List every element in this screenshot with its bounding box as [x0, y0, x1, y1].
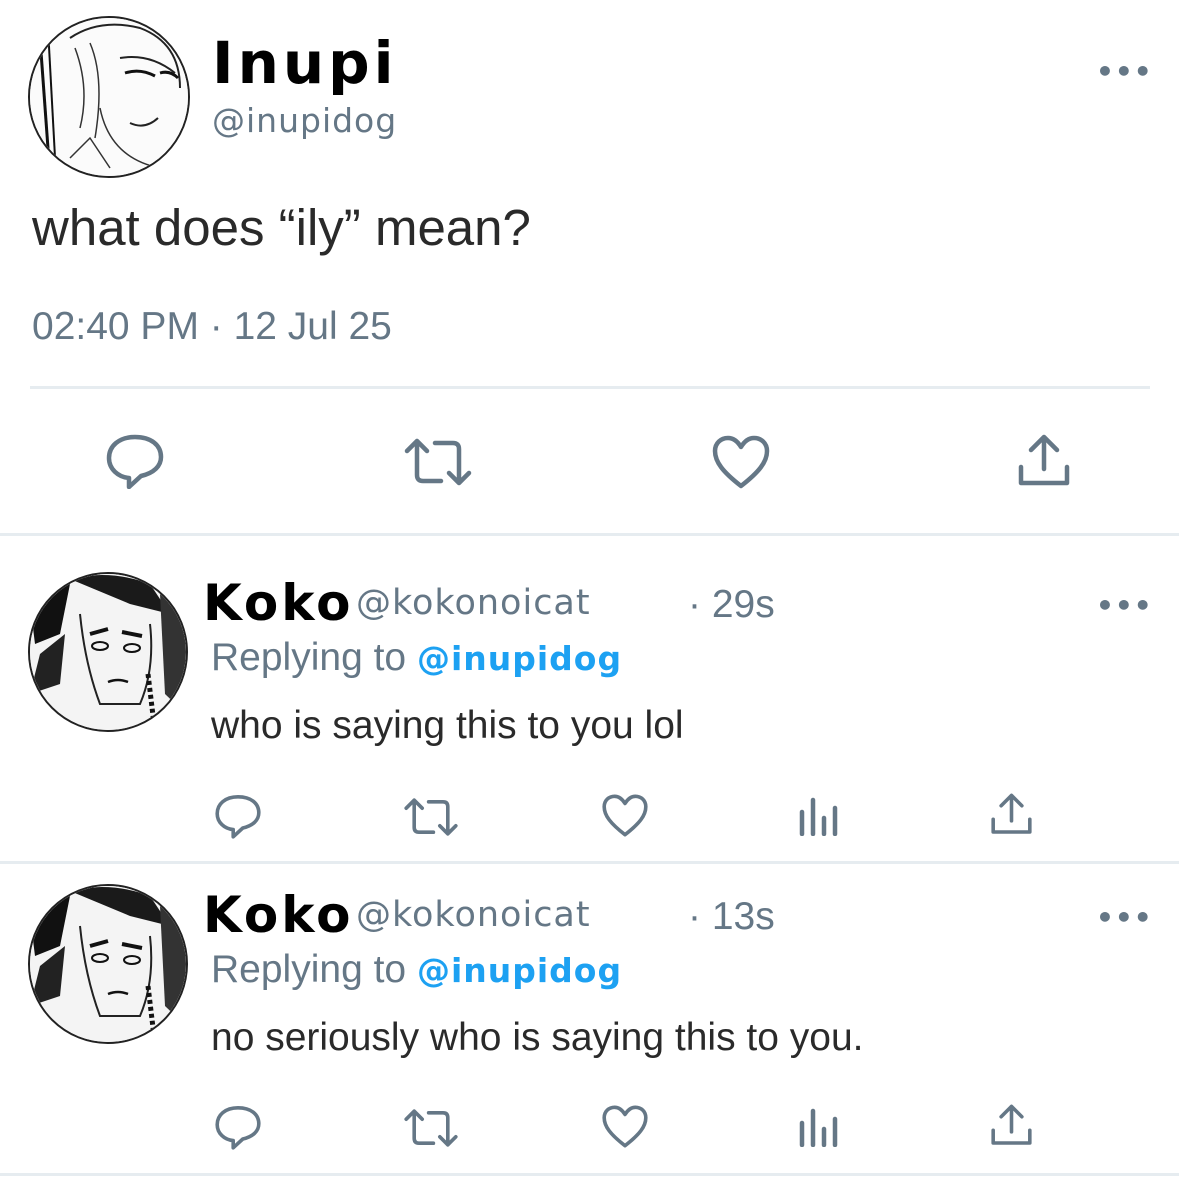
replying-to-label: Replying to: [211, 948, 417, 991]
reply-time[interactable]: · 13s: [688, 897, 775, 936]
like-icon[interactable]: [601, 793, 649, 838]
user-handle[interactable]: @inupidog: [212, 104, 397, 137]
tweet-timestamp[interactable]: 02:40 PM · 12 Jul 25: [32, 305, 392, 349]
replying-to: Replying to @inupidog: [211, 638, 622, 677]
reply-icon[interactable]: [214, 1104, 262, 1150]
replying-to-link[interactable]: @inupidog: [417, 639, 622, 678]
retweet-icon[interactable]: [403, 797, 459, 837]
display-name[interactable]: Koko: [203, 886, 353, 944]
display-name[interactable]: Koko: [203, 574, 353, 632]
reply-header: Koko: [203, 890, 353, 940]
retweet-icon[interactable]: [403, 437, 473, 487]
divider: [0, 533, 1179, 536]
avatar-koko[interactable]: [28, 572, 188, 732]
divider: [30, 386, 1150, 389]
replying-to-label: Replying to: [211, 636, 417, 679]
reply-time[interactable]: · 29s: [688, 585, 775, 624]
share-icon[interactable]: [1017, 433, 1071, 489]
divider: [0, 1173, 1179, 1176]
analytics-icon[interactable]: [798, 796, 838, 836]
user-handle[interactable]: @kokonoicat: [356, 898, 591, 933]
reply-text: no seriously who is saying this to you.: [211, 1016, 864, 1059]
retweet-icon[interactable]: [403, 1108, 459, 1148]
divider: [0, 861, 1179, 864]
share-icon[interactable]: [990, 1103, 1033, 1148]
display-name[interactable]: Inupi: [212, 34, 398, 92]
reply-text: who is saying this to you lol: [211, 704, 684, 747]
avatar-koko[interactable]: [28, 884, 188, 1044]
replying-to-link[interactable]: @inupidog: [417, 951, 622, 990]
avatar-inupi[interactable]: [28, 16, 190, 178]
reply-icon[interactable]: [105, 433, 165, 489]
more-options-icon[interactable]: •••: [1096, 904, 1153, 932]
like-icon[interactable]: [601, 1104, 649, 1149]
share-icon[interactable]: [990, 792, 1033, 837]
more-options-icon[interactable]: •••: [1096, 592, 1153, 620]
like-icon[interactable]: [711, 434, 771, 490]
reply-header: Koko: [203, 578, 353, 628]
tweet-text: what does “ily” mean?: [32, 199, 531, 256]
user-handle[interactable]: @kokonoicat: [356, 586, 591, 621]
more-options-icon[interactable]: •••: [1096, 58, 1153, 86]
replying-to: Replying to @inupidog: [211, 950, 622, 989]
reply-icon[interactable]: [214, 793, 262, 839]
analytics-icon[interactable]: [798, 1107, 838, 1147]
